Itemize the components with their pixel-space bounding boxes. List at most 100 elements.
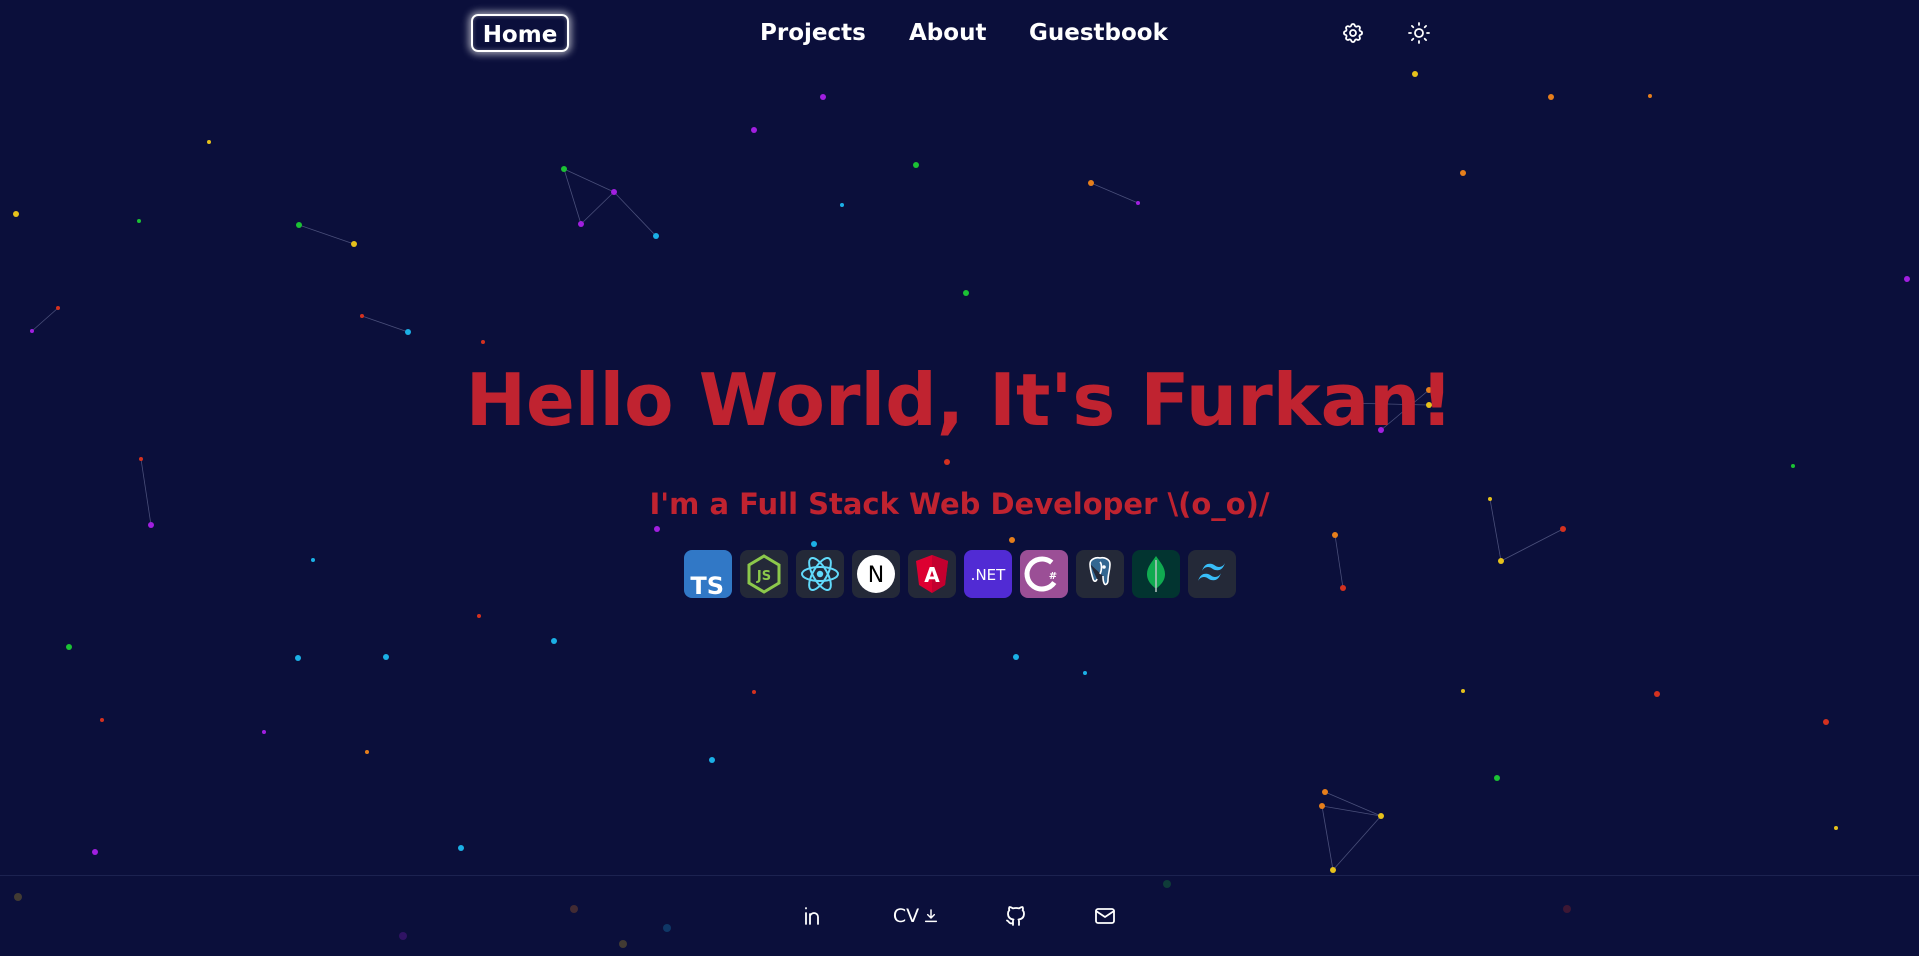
footer: CV bbox=[0, 900, 1919, 932]
particle-dot bbox=[13, 211, 19, 217]
particle-link bbox=[31, 307, 59, 332]
particle-dot bbox=[1548, 94, 1554, 100]
particle-dot bbox=[751, 127, 757, 133]
particle-link bbox=[1321, 805, 1382, 817]
particle-dot bbox=[481, 340, 485, 344]
particle-dot bbox=[1412, 71, 1418, 77]
particle-dot bbox=[1340, 585, 1346, 591]
angular-icon: A bbox=[908, 550, 956, 598]
svg-text:A: A bbox=[924, 563, 940, 587]
particle-dot bbox=[100, 718, 104, 722]
particle-dot bbox=[207, 140, 211, 144]
particle-dot bbox=[944, 459, 950, 465]
particle-dot bbox=[709, 757, 715, 763]
tailwind-icon bbox=[1188, 550, 1236, 598]
react-icon bbox=[796, 550, 844, 598]
particle-link bbox=[1324, 791, 1382, 817]
cv-label: CV bbox=[892, 905, 920, 927]
particle-link bbox=[1500, 528, 1564, 562]
particle-link bbox=[361, 315, 409, 333]
particle-dot bbox=[611, 189, 617, 195]
particle-link bbox=[1321, 805, 1334, 871]
particle-dot bbox=[963, 290, 969, 296]
particle-dot bbox=[351, 241, 357, 247]
top-navigation: Home Projects About Guestbook bbox=[0, 14, 1919, 54]
csharp-icon: # bbox=[1020, 550, 1068, 598]
particle-link bbox=[580, 191, 615, 225]
particle-dot bbox=[619, 940, 627, 948]
linkedin-icon bbox=[805, 907, 819, 925]
particle-dot bbox=[551, 638, 557, 644]
cv-download-button[interactable]: CV bbox=[890, 900, 942, 932]
particle-dot bbox=[295, 655, 301, 661]
particle-dot bbox=[1834, 826, 1838, 830]
tech-stack-row: TS JS N A .NET # bbox=[684, 550, 1236, 598]
nodejs-icon: JS bbox=[740, 550, 788, 598]
svg-text:N: N bbox=[868, 563, 884, 588]
dotnet-icon: .NET bbox=[964, 550, 1012, 598]
particle-dot bbox=[1560, 526, 1566, 532]
particle-link bbox=[1090, 182, 1139, 204]
particle-dot bbox=[1083, 671, 1087, 675]
settings-button[interactable] bbox=[1339, 19, 1367, 47]
particle-dot bbox=[365, 750, 369, 754]
particle-dot bbox=[1136, 201, 1140, 205]
hero-subtitle: I'm a Full Stack Web Developer \(o_o)/ bbox=[649, 487, 1270, 521]
particle-dot bbox=[1791, 464, 1795, 468]
particle-dot bbox=[1648, 94, 1652, 98]
download-icon bbox=[925, 909, 938, 923]
particle-dot bbox=[1460, 170, 1466, 176]
particle-dot bbox=[1498, 558, 1504, 564]
particle-dot bbox=[1088, 180, 1094, 186]
particle-dot bbox=[137, 219, 141, 223]
mail-icon bbox=[1095, 908, 1115, 924]
particle-dot bbox=[1009, 537, 1015, 543]
particle-dot bbox=[262, 730, 266, 734]
particle-dot bbox=[383, 654, 389, 660]
particle-dot bbox=[405, 329, 411, 335]
particle-dot bbox=[66, 644, 72, 650]
nav-about-link[interactable]: About bbox=[909, 14, 986, 52]
particle-dot bbox=[1654, 691, 1660, 697]
particle-dot bbox=[30, 329, 34, 333]
nav-guestbook-link[interactable]: Guestbook bbox=[1029, 14, 1168, 52]
particle-dot bbox=[399, 932, 407, 940]
particle-dot bbox=[1322, 789, 1328, 795]
particle-dot bbox=[1823, 719, 1829, 725]
particle-dot bbox=[92, 849, 98, 855]
particle-dot bbox=[477, 614, 481, 618]
particle-dot bbox=[561, 166, 567, 172]
github-link[interactable] bbox=[1002, 900, 1030, 932]
particle-dot bbox=[296, 222, 302, 228]
particle-dot bbox=[913, 162, 919, 168]
particle-dot bbox=[139, 457, 143, 461]
linkedin-link[interactable] bbox=[800, 900, 828, 932]
footer-divider bbox=[0, 875, 1919, 876]
theme-toggle-button[interactable] bbox=[1405, 19, 1433, 47]
particle-link bbox=[613, 191, 657, 237]
particle-dot bbox=[1163, 880, 1171, 888]
particle-link bbox=[563, 168, 582, 225]
nextjs-icon: N bbox=[852, 550, 900, 598]
particle-dot bbox=[311, 558, 315, 562]
particle-dot bbox=[578, 221, 584, 227]
particle-dot bbox=[653, 233, 659, 239]
postgresql-icon bbox=[1076, 550, 1124, 598]
particle-dot bbox=[1494, 775, 1500, 781]
particle-dot bbox=[820, 94, 826, 100]
particle-dot bbox=[1461, 689, 1465, 693]
particle-dot bbox=[1904, 276, 1910, 282]
svg-text:#: # bbox=[1049, 571, 1057, 582]
sun-icon bbox=[1408, 22, 1430, 44]
hero-title: Hello World, It's Furkan! bbox=[465, 358, 1454, 442]
particle-dot bbox=[811, 541, 817, 547]
particle-dot bbox=[654, 526, 660, 532]
nav-home-link[interactable]: Home bbox=[471, 14, 569, 52]
svg-text:TS: TS bbox=[690, 572, 724, 598]
page: Home Projects About Guestbook Hello Worl… bbox=[0, 0, 1919, 956]
email-link[interactable] bbox=[1091, 900, 1119, 932]
particle-dot bbox=[1319, 803, 1325, 809]
nav-projects-link[interactable]: Projects bbox=[760, 14, 866, 52]
particle-link bbox=[563, 168, 615, 193]
particle-dot bbox=[1013, 654, 1019, 660]
